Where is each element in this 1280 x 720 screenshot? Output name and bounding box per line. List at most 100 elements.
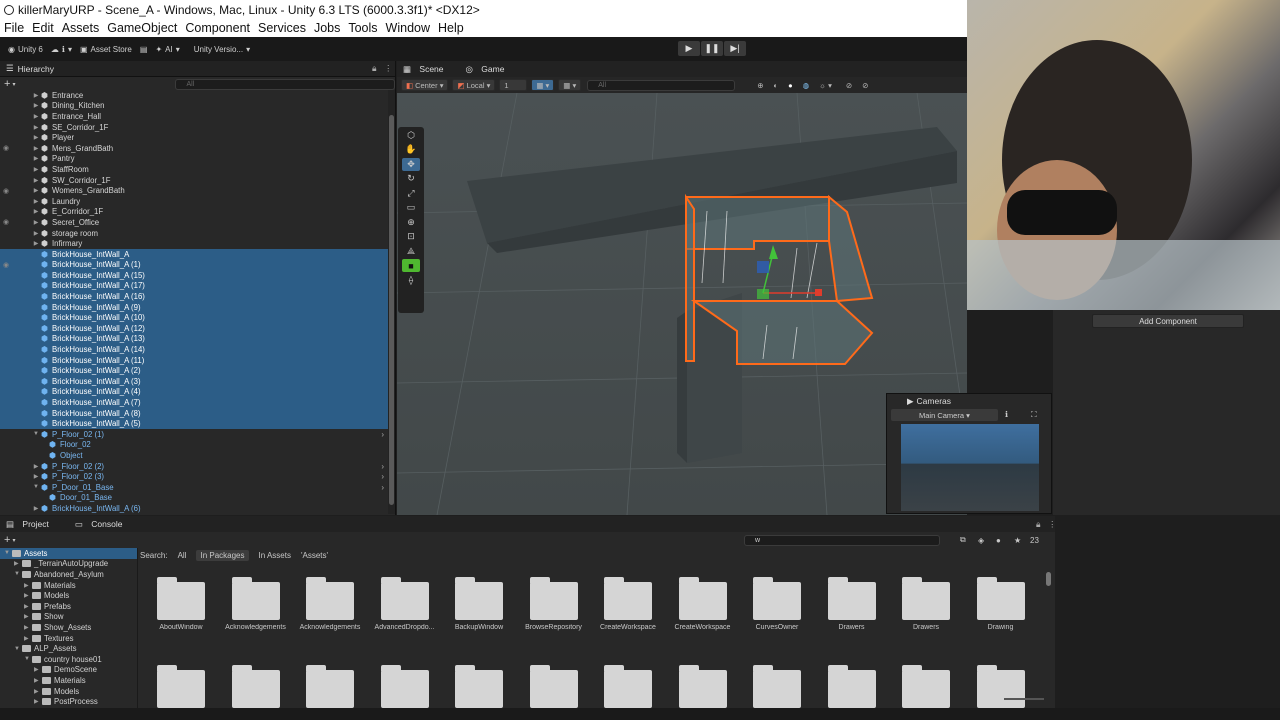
step-button[interactable]: ▶| — [724, 41, 746, 56]
hierarchy-row[interactable]: ▶ ⬢ Entrance — [0, 90, 388, 101]
hierarchy-row[interactable]: ▶ ⬢ Entrance_Hall — [0, 111, 388, 122]
asset-tile[interactable] — [519, 665, 589, 708]
expand-arrow-icon[interactable]: ▶ — [24, 613, 32, 620]
menu-services[interactable]: Services — [258, 21, 306, 35]
menu-edit[interactable]: Edit — [32, 21, 54, 35]
asset-tile[interactable]: CreateWorkspace — [668, 577, 738, 631]
more-menu-icon[interactable]: ⋮ — [1048, 519, 1057, 530]
hierarchy-row[interactable]: ⬢ BrickHouse_IntWall_A (3) — [0, 376, 388, 387]
info-icon[interactable]: ℹ — [1005, 410, 1008, 419]
probuilder-tool-icon[interactable]: ⟁ — [402, 245, 420, 258]
hierarchy-row[interactable]: ⬢ BrickHouse_IntWall_A (13) — [0, 333, 388, 345]
move-tool-icon[interactable]: ✥ — [402, 157, 420, 171]
hierarchy-row[interactable]: ⬢ BrickHouse_IntWall_A (1) ◉ — [0, 259, 388, 271]
view-tool-icon[interactable]: ⬡ — [402, 129, 420, 142]
cube-tool-icon[interactable]: ■ — [402, 259, 420, 272]
expand-right-icon[interactable]: ▶ — [32, 134, 40, 141]
hierarchy-row[interactable]: ⬢ BrickHouse_IntWall_A (7) — [0, 397, 388, 408]
expand-arrow-icon[interactable]: ▶ — [24, 582, 32, 589]
grid-dropdown[interactable]: ▦ ▾ — [558, 79, 582, 91]
version-control-dropdown[interactable]: Unity Versio... ▾ — [194, 45, 250, 54]
camera-dropdown[interactable]: Main Camera ▾ — [891, 409, 998, 421]
menu-help[interactable]: Help — [438, 21, 464, 35]
asset-tile[interactable]: CurvesOwner — [742, 577, 812, 631]
prefab-open-chevron-icon[interactable]: › — [381, 430, 384, 439]
project-tree-item[interactable]: ▶ Models — [0, 590, 137, 601]
asset-tile[interactable] — [444, 665, 514, 708]
hierarchy-row[interactable]: ⬢ BrickHouse_IntWall_A (17) — [0, 280, 388, 292]
asset-tile[interactable]: AdvancedDropdo... — [370, 577, 440, 631]
expand-right-icon[interactable]: ▶ — [32, 198, 40, 205]
expand-right-icon[interactable]: ▶ — [32, 219, 40, 226]
visibility-eye-icon[interactable]: ◉ — [3, 261, 9, 269]
visibility-eye-icon[interactable]: ◉ — [3, 218, 9, 226]
visibility-eye-icon[interactable]: ◉ — [3, 187, 9, 195]
expand-icon[interactable]: ⛶ — [1031, 410, 1037, 420]
hierarchy-row[interactable]: ▶ ⬢ BrickHouse_IntWall_A (6) — [0, 503, 388, 514]
prefab-open-chevron-icon[interactable]: › — [381, 472, 384, 481]
hierarchy-row[interactable]: ⬢ Door_01_Base — [0, 493, 388, 504]
more-menu-icon[interactable]: ⋮ — [384, 63, 393, 74]
expand-right-icon[interactable]: ▶ — [32, 113, 40, 120]
expand-right-icon[interactable]: ▶ — [32, 92, 40, 99]
hierarchy-row[interactable]: ⬢ BrickHouse_IntWall_A (2) — [0, 365, 388, 377]
hierarchy-tab[interactable]: ☰ Hierarchy 🔒︎ ⋮ — [0, 61, 395, 77]
hierarchy-row[interactable]: ▶ ⬢ P_Floor_02 (2) › — [0, 461, 388, 472]
expand-arrow-icon[interactable]: ▶ — [34, 677, 42, 684]
hierarchy-row[interactable]: ▶ ⬢ Mens_GrandBath ◉ — [0, 143, 388, 154]
shading-solid-icon[interactable]: ● — [788, 81, 793, 90]
hierarchy-row[interactable]: ⬢ BrickHouse_IntWall_A (14) — [0, 344, 388, 355]
asset-tile[interactable]: Acknowledgements — [295, 577, 365, 631]
scroll-thumb[interactable] — [389, 115, 394, 505]
menu-window[interactable]: Window — [386, 21, 430, 35]
asset-tile[interactable] — [817, 665, 887, 708]
pivot-dropdown[interactable]: ◧ Center ▾ — [401, 79, 449, 91]
filter-icon[interactable]: ● — [996, 536, 1001, 545]
hierarchy-row[interactable]: ⬢ BrickHouse_IntWall_A (9) — [0, 301, 388, 313]
hierarchy-row[interactable]: ▶ ⬢ SE_Corridor_1F — [0, 122, 388, 133]
expand-right-icon[interactable]: ▶ — [32, 505, 40, 512]
hierarchy-row[interactable]: ▶ ⬢ StaffRoom — [0, 164, 388, 175]
asset-tile[interactable] — [295, 665, 365, 708]
hierarchy-row[interactable]: ▶ ⬢ Pantry — [0, 154, 388, 165]
expand-down-icon[interactable]: ▼ — [32, 484, 40, 490]
tab-game[interactable]: ◎ Game — [466, 64, 513, 75]
grid-snapping-toggle[interactable]: ▦ ▾ — [531, 79, 555, 91]
asset-tile[interactable] — [593, 665, 663, 708]
pause-button[interactable]: ❚❚ — [701, 41, 723, 56]
lighting-toggle-icon[interactable]: ☼ ▾ — [819, 81, 832, 90]
tab-scene[interactable]: ▦ Scene — [403, 64, 452, 75]
menu-tools[interactable]: Tools — [348, 21, 377, 35]
expand-right-icon[interactable]: ▶ — [32, 102, 40, 109]
filter-assets-folder[interactable]: 'Assets' — [301, 551, 328, 560]
add-component-button[interactable]: Add Component — [1092, 314, 1244, 328]
asset-tile[interactable] — [668, 665, 738, 708]
hierarchy-row[interactable]: ⬢ BrickHouse_IntWall_A (11) — [0, 354, 388, 366]
expand-arrow-icon[interactable]: ▶ — [24, 592, 32, 599]
expand-arrow-icon[interactable]: ▶ — [34, 698, 42, 705]
asset-tile[interactable] — [370, 665, 440, 708]
expand-right-icon[interactable]: ▶ — [32, 473, 40, 480]
asset-tile[interactable] — [742, 665, 812, 708]
visibility-icon[interactable]: ⊘ — [846, 81, 852, 90]
view-options-icon[interactable]: ⊘ — [862, 81, 868, 90]
rotate-tool-icon[interactable]: ↻ — [402, 172, 420, 185]
hierarchy-row[interactable]: ▼ ⬢ P_Floor_02 (1) › — [0, 429, 388, 440]
menu-gameobject[interactable]: GameObject — [107, 21, 177, 35]
prefab-open-chevron-icon[interactable]: › — [381, 483, 384, 492]
hierarchy-row[interactable]: ▶ ⬢ Infirmary — [0, 238, 388, 249]
expand-arrow-icon[interactable]: ▶ — [24, 603, 32, 610]
grid-scrollbar[interactable] — [1046, 572, 1051, 586]
snap-increment-field[interactable]: 1 — [499, 79, 528, 91]
filter-type-icon[interactable]: ⧉ — [960, 535, 966, 545]
project-tree-item[interactable]: ▶ Prefabs — [0, 601, 137, 612]
filter-in-packages[interactable]: In Packages — [196, 549, 249, 561]
asset-store-button[interactable]: ▣ Asset Store — [80, 45, 132, 54]
project-tree-item[interactable]: ▼ Assets — [0, 548, 137, 559]
hierarchy-row[interactable]: ⬢ BrickHouse_IntWall_A (16) — [0, 291, 388, 302]
hierarchy-scrollbar[interactable] — [388, 90, 395, 514]
tab-project[interactable]: ▤ Project — [6, 519, 59, 530]
project-tree-item[interactable]: ▶ Show_Assets — [0, 622, 137, 633]
visibility-eye-icon[interactable]: ◉ — [3, 144, 9, 152]
expand-arrow-icon[interactable]: ▶ — [24, 635, 32, 642]
